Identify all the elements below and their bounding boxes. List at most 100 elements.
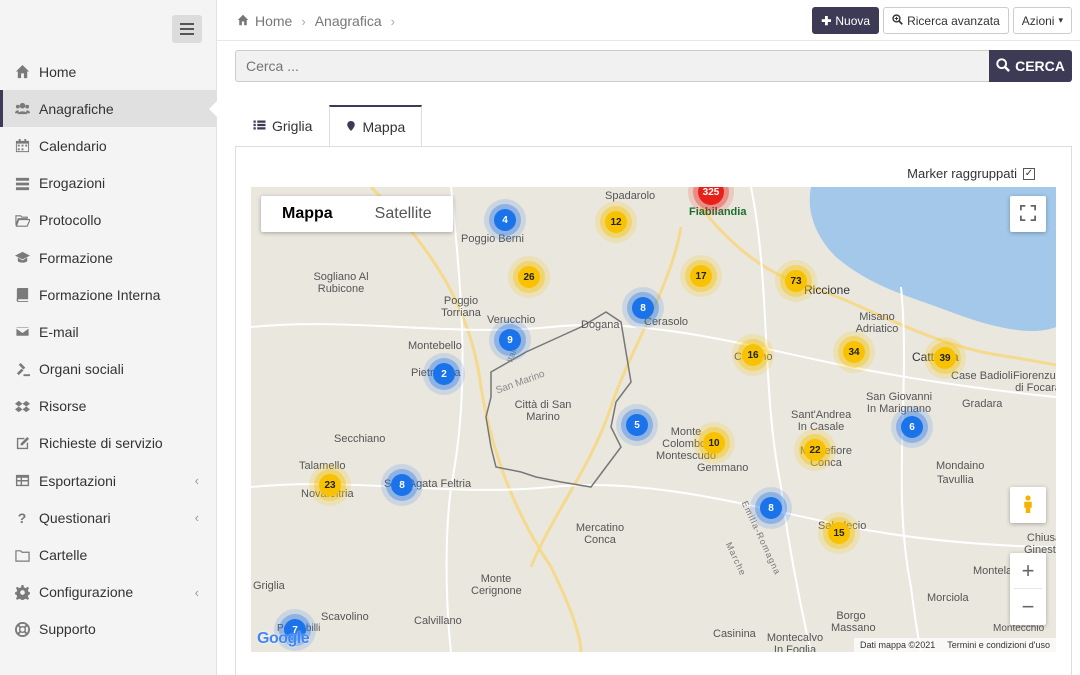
sidebar-item-organi-sociali[interactable]: Organi sociali bbox=[0, 351, 217, 388]
map-cluster[interactable]: 17 bbox=[690, 265, 712, 287]
map-canvas[interactable]: Spadarolo Fiabilandia Poggio Berni Sogli… bbox=[251, 187, 1056, 652]
zoom-in-button[interactable]: + bbox=[1014, 553, 1042, 589]
book-icon bbox=[14, 287, 30, 303]
map-cluster[interactable]: 12 bbox=[605, 211, 627, 233]
sidebar-item-erogazioni[interactable]: Erogazioni bbox=[0, 165, 217, 202]
map-cluster[interactable]: 8 bbox=[632, 297, 654, 319]
chevron-left-icon: ‹ bbox=[194, 584, 199, 600]
place-label: Mondaino bbox=[936, 460, 985, 472]
sidebar-item-home[interactable]: Home bbox=[0, 53, 217, 90]
map-type-satellite-button[interactable]: Satellite bbox=[354, 196, 453, 232]
tab-griglia[interactable]: Griglia bbox=[236, 105, 329, 146]
cluster-checkbox[interactable]: ✓ bbox=[1023, 167, 1035, 180]
map-background bbox=[251, 187, 1056, 652]
sidebar-item-calendario[interactable]: Calendario bbox=[0, 127, 217, 164]
sidebar-item-supporto[interactable]: Supporto bbox=[0, 611, 217, 648]
map-cluster[interactable]: 16 bbox=[742, 344, 764, 366]
sidebar-item-email[interactable]: E-mail bbox=[0, 313, 217, 350]
place-label: Città di San Marino bbox=[514, 399, 572, 423]
map-cluster[interactable]: 9 bbox=[499, 329, 521, 351]
map-cluster[interactable]: 8 bbox=[391, 474, 413, 496]
breadcrumb-home-link[interactable]: Home bbox=[255, 13, 292, 29]
sidebar-item-formazione[interactable]: Formazione bbox=[0, 239, 217, 276]
sidebar-item-label: Erogazioni bbox=[39, 175, 106, 192]
sidebar-item-richieste-servizio[interactable]: Richieste di servizio bbox=[0, 425, 217, 462]
map-cluster[interactable]: 34 bbox=[843, 341, 865, 363]
search-input[interactable] bbox=[235, 50, 989, 82]
chevron-left-icon: ‹ bbox=[194, 510, 199, 526]
sidebar-item-risorse[interactable]: Risorse bbox=[0, 388, 217, 425]
search-button[interactable]: CERCA bbox=[989, 50, 1072, 82]
sidebar-item-label: E-mail bbox=[39, 323, 79, 340]
cog-icon bbox=[14, 584, 30, 600]
map-cluster[interactable]: 26 bbox=[518, 266, 540, 288]
sidebar-item-configurazione[interactable]: Configurazione ‹ bbox=[0, 574, 217, 611]
plus-icon: ✚ bbox=[821, 13, 832, 28]
place-label: Poggio Torriana bbox=[441, 295, 481, 319]
map-cluster[interactable]: 5 bbox=[626, 414, 648, 436]
place-label: Morciola bbox=[927, 592, 969, 604]
tab-mappa[interactable]: Mappa bbox=[329, 105, 423, 147]
google-logo: Google bbox=[257, 630, 310, 647]
folder-open-icon bbox=[14, 212, 30, 228]
map-cluster[interactable]: 15 bbox=[828, 522, 850, 544]
map-type-map-button[interactable]: Mappa bbox=[261, 196, 354, 232]
home-icon bbox=[237, 14, 249, 29]
sidebar-item-protocollo[interactable]: Protocollo bbox=[0, 202, 217, 239]
sidebar-item-label: Protocollo bbox=[39, 212, 102, 229]
gavel-icon bbox=[14, 361, 30, 377]
chevron-right-icon: › bbox=[301, 13, 306, 29]
zoom-out-button[interactable]: − bbox=[1022, 589, 1035, 625]
breadcrumb: Home › Anagrafica › bbox=[237, 13, 404, 29]
sidebar-item-label: Anagrafiche bbox=[39, 100, 114, 117]
map-cluster[interactable]: 6 bbox=[901, 416, 923, 438]
sidebar-item-formazione-interna[interactable]: Formazione Interna bbox=[0, 276, 217, 313]
advanced-search-button[interactable]: Ricerca avanzata bbox=[883, 7, 1009, 34]
place-label: Case Badioli bbox=[951, 370, 1013, 382]
place-label: Griglia bbox=[253, 580, 285, 592]
sidebar-nav: Home Anagrafiche Calendario Erogazioni P… bbox=[0, 53, 218, 648]
sidebar-item-questionari[interactable]: ? Questionari ‹ bbox=[0, 499, 217, 536]
map-cluster[interactable]: 10 bbox=[703, 432, 725, 454]
cluster-toggle[interactable]: Marker raggruppati ✓ bbox=[907, 166, 1035, 181]
menu-toggle-button[interactable] bbox=[172, 15, 202, 43]
chevron-right-icon: › bbox=[390, 13, 395, 29]
sidebar-item-label: Organi sociali bbox=[39, 361, 124, 378]
sidebar: Home Anagrafiche Calendario Erogazioni P… bbox=[0, 0, 218, 675]
place-label: Gemmano bbox=[697, 462, 749, 474]
pegman-icon bbox=[1022, 493, 1034, 518]
question-icon: ? bbox=[17, 509, 27, 526]
graduation-cap-icon bbox=[14, 250, 30, 266]
life-ring-icon bbox=[14, 621, 30, 637]
place-label: Sogliano Al Rubicone bbox=[313, 271, 369, 295]
place-label: Monte Cerignone bbox=[471, 573, 522, 597]
map-cluster[interactable]: 2 bbox=[433, 363, 455, 385]
map-cluster[interactable]: 22 bbox=[804, 439, 826, 461]
map-cluster[interactable]: 73 bbox=[785, 270, 807, 292]
place-label: Gradara bbox=[962, 398, 1003, 410]
sidebar-item-label: Cartelle bbox=[39, 547, 88, 564]
envelope-icon bbox=[14, 324, 30, 340]
place-label: Tavullia bbox=[937, 474, 974, 486]
street-view-pegman-button[interactable] bbox=[1010, 487, 1046, 523]
fullscreen-button[interactable] bbox=[1010, 196, 1046, 232]
sidebar-item-label: Formazione bbox=[39, 249, 113, 266]
sidebar-item-cartelle[interactable]: Cartelle bbox=[0, 536, 217, 573]
map-marker-icon bbox=[346, 119, 356, 135]
place-label: Fiabilandia bbox=[689, 206, 747, 218]
chevron-left-icon: ‹ bbox=[194, 473, 199, 489]
sidebar-item-esportazioni[interactable]: Esportazioni ‹ bbox=[0, 462, 217, 499]
folder-icon bbox=[14, 547, 30, 563]
calendar-icon bbox=[14, 138, 30, 154]
map-cluster[interactable]: 8 bbox=[760, 497, 782, 519]
sidebar-item-label: Supporto bbox=[39, 621, 96, 638]
map-cluster[interactable]: 23 bbox=[319, 474, 341, 496]
place-label: Mercatino Conca bbox=[575, 522, 625, 546]
actions-dropdown-button[interactable]: Azioni ▾ bbox=[1012, 7, 1072, 34]
new-button[interactable]: ✚ Nuova bbox=[812, 7, 880, 34]
sidebar-item-anagrafiche[interactable]: Anagrafiche bbox=[0, 90, 218, 128]
map-cluster[interactable]: 39 bbox=[934, 347, 956, 369]
map-terms-link[interactable]: Termini e condizioni d'uso bbox=[947, 640, 1050, 650]
map-cluster[interactable]: 4 bbox=[494, 209, 516, 231]
place-label: Sant'Andrea In Casale bbox=[791, 409, 852, 433]
